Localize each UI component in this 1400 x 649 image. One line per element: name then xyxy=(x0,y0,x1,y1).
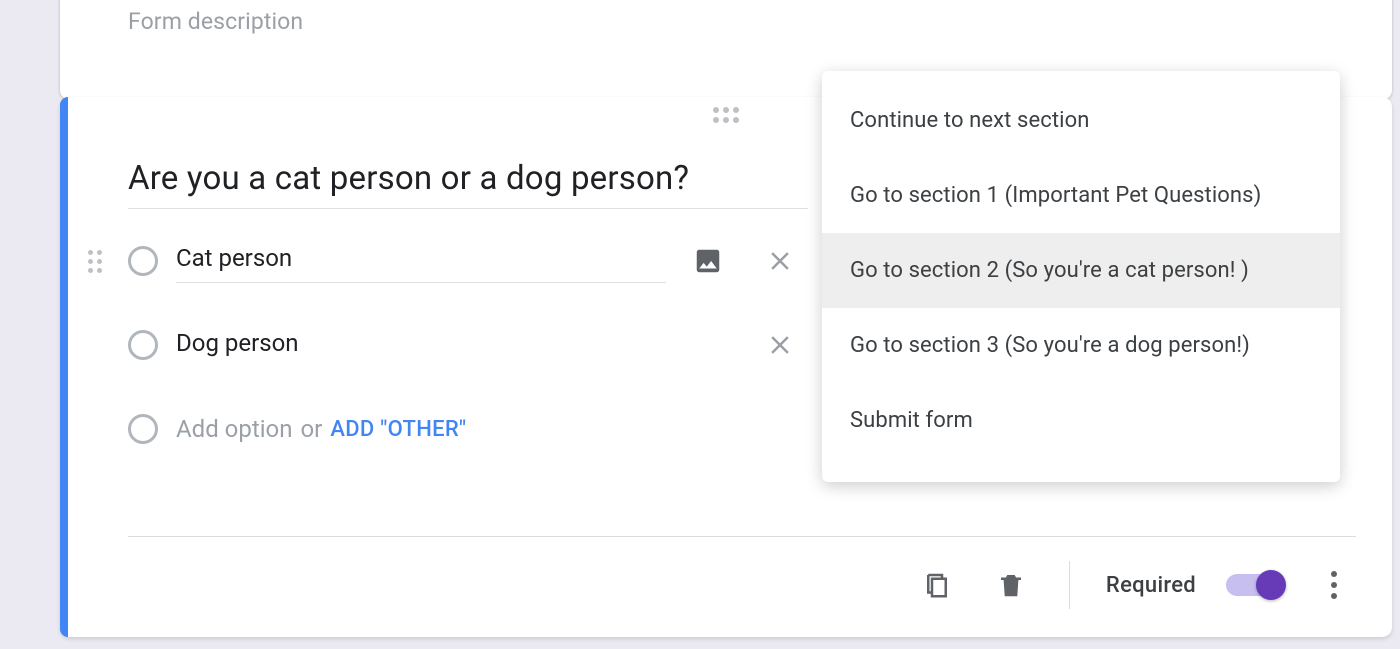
form-description-placeholder[interactable]: Form description xyxy=(128,8,303,35)
copy-icon xyxy=(922,570,952,600)
remove-option-button[interactable] xyxy=(758,323,802,367)
add-other-button[interactable]: ADD "OTHER" xyxy=(330,417,466,442)
option-label-input[interactable]: Dog person xyxy=(176,325,666,365)
more-options-button[interactable] xyxy=(1312,563,1356,607)
radio-icon xyxy=(128,246,158,276)
option-drag-handle[interactable] xyxy=(83,249,107,273)
remove-option-button[interactable] xyxy=(758,239,802,283)
radio-icon xyxy=(128,414,158,444)
menu-item[interactable]: Submit form xyxy=(822,383,1340,458)
menu-item[interactable]: Continue to next section xyxy=(822,83,1340,158)
drag-handle-icon xyxy=(88,250,102,273)
radio-icon xyxy=(128,330,158,360)
card-drag-handle[interactable] xyxy=(713,107,739,123)
required-label: Required xyxy=(1106,573,1196,598)
duplicate-button[interactable] xyxy=(915,563,959,607)
image-icon xyxy=(693,246,723,276)
add-image-button[interactable] xyxy=(686,239,730,283)
selection-accent-bar xyxy=(60,97,68,637)
input-underline xyxy=(176,282,666,283)
or-label: or xyxy=(300,415,322,443)
drag-handle-icon xyxy=(713,107,739,123)
toggle-thumb xyxy=(1256,570,1286,600)
menu-item[interactable]: Go to section 3 (So you're a dog person!… xyxy=(822,308,1340,383)
question-footer: Required xyxy=(128,536,1356,609)
question-title-input[interactable]: Are you a cat person or a dog person? xyxy=(128,159,808,209)
divider xyxy=(1069,561,1070,609)
menu-item[interactable]: Go to section 1 (Important Pet Questions… xyxy=(822,158,1340,233)
kebab-icon xyxy=(1331,571,1337,599)
delete-button[interactable] xyxy=(989,563,1033,607)
menu-item[interactable]: Go to section 2 (So you're a cat person!… xyxy=(822,233,1340,308)
section-branch-dropdown[interactable]: Continue to next section Go to section 1… xyxy=(822,71,1340,482)
close-icon xyxy=(765,246,795,276)
required-toggle[interactable] xyxy=(1226,574,1282,596)
trash-icon xyxy=(996,570,1026,600)
close-icon xyxy=(765,330,795,360)
option-label-input[interactable]: Cat person xyxy=(176,240,666,280)
add-option-placeholder[interactable]: Add option xyxy=(176,415,292,443)
